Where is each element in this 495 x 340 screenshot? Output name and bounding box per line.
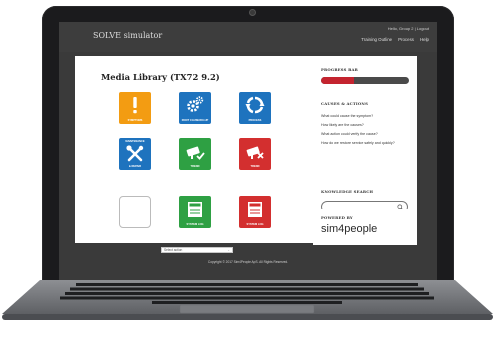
top-nav: Training Outline Process Help — [361, 37, 429, 42]
powered-by-panel: POWERED BY sim4people — [313, 209, 417, 245]
nav-help[interactable]: Help — [420, 37, 429, 42]
progress-bar-fill — [321, 77, 355, 84]
laptop-screen: SOLVE simulator Hello, Group 2 | Logout … — [59, 22, 437, 280]
chevron-down-icon: ⌄ — [227, 248, 230, 252]
select-action-dropdown[interactable]: Select action ⌄ — [161, 247, 233, 253]
tile-empty[interactable] — [119, 196, 151, 228]
app-title: SOLVE simulator — [93, 31, 163, 40]
tile-process[interactable]: PROCESS — [239, 92, 271, 124]
tile-trend-ok[interactable]: TREND — [179, 138, 211, 170]
progress-heading: PROGRESS BAR — [321, 67, 359, 72]
nav-training-outline[interactable]: Training Outline — [361, 37, 392, 42]
tile-maintenance-repair[interactable]: MAINTENANCE & REPAIR — [119, 138, 151, 170]
knowledge-heading: KNOWLEDGE SEARCH — [321, 189, 374, 194]
laptop-base — [2, 280, 493, 320]
app-header: SOLVE simulator Hello, Group 2 | Logout … — [59, 22, 437, 52]
causes-heading: CAUSES & ACTIONS — [321, 101, 369, 106]
tile-label: ROOT CAUSE/FIX-UP — [181, 119, 209, 122]
tile-symptoms[interactable]: SYMPTOMS — [119, 92, 151, 124]
cause-link-symptom[interactable]: What could cause the symptom? — [321, 114, 373, 118]
tile-label: PROCESS — [248, 119, 262, 122]
user-info[interactable]: Hello, Group 2 | Logout — [388, 26, 429, 31]
tile-label: TREND — [250, 165, 260, 168]
tile-label-bottom: SYSTEM LOG — [246, 223, 264, 226]
select-action-value: Select action — [164, 248, 183, 252]
tile-label: SYMPTOMS — [127, 119, 143, 122]
cause-link-verify[interactable]: What action could verify the cause? — [321, 132, 378, 136]
media-library-panel: Media Library (TX72 9.2) SYMPTOMS ROOT C… — [75, 56, 319, 253]
progress-bar — [321, 77, 409, 84]
tile-label-bottom: SYSTEM LOG — [186, 223, 204, 226]
webcam-icon — [250, 10, 255, 15]
tile-label-top: NOTES — [250, 203, 260, 207]
gears-icon — [187, 96, 204, 112]
camera-check-icon — [186, 146, 205, 160]
page-title: Media Library (TX72 9.2) — [101, 72, 220, 82]
tile-label-bottom: & REPAIR — [128, 165, 142, 168]
tile-label-top: REPORT — [189, 203, 201, 207]
camera-cross-icon — [246, 146, 264, 159]
tile-trend-fail[interactable]: TREND — [239, 138, 271, 170]
brand-logo: sim4people — [321, 223, 378, 235]
tile-notes-system-log[interactable]: NOTES SYSTEM LOG — [239, 196, 271, 228]
tile-label-top: MAINTENANCE — [125, 139, 145, 143]
tile-report-system-log[interactable]: REPORT SYSTEM LOG — [179, 196, 211, 228]
footer: Copyright © 2017 Sim4People ApS. All Rig… — [59, 257, 437, 271]
process-cycle-icon — [245, 96, 265, 114]
cause-link-likelihood[interactable]: How likely are the causes? — [321, 123, 364, 127]
tile-root-cause[interactable]: ROOT CAUSE/FIX-UP — [179, 92, 211, 124]
sidebar-panel: PROGRESS BAR CAUSES & ACTIONS What could… — [313, 56, 417, 226]
powered-heading: POWERED BY — [321, 215, 353, 220]
copyright-text: Copyright © 2017 Sim4People ApS. All Rig… — [207, 260, 289, 264]
wrench-screwdriver-icon — [126, 145, 144, 162]
touchpad[interactable] — [179, 304, 315, 314]
nav-process[interactable]: Process — [398, 37, 414, 42]
exclamation-icon — [133, 97, 137, 114]
tile-label: TREND — [190, 165, 200, 168]
cause-link-restore[interactable]: How do we restore service safely and qui… — [321, 141, 395, 145]
